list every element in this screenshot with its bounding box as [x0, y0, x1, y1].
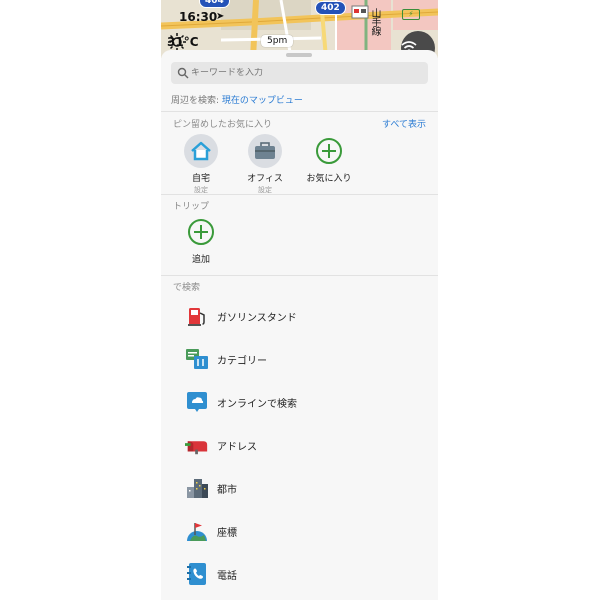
- nearby-search-row: 周辺を検索: 現在のマップビュー: [171, 93, 303, 106]
- current-map-view-link[interactable]: 現在のマップビュー: [222, 96, 303, 106]
- location-arrow-icon: ➤: [216, 11, 225, 22]
- home-icon: [191, 141, 211, 161]
- route-sign-402: 402: [315, 1, 346, 15]
- add-icon: [316, 138, 342, 164]
- mailbox-icon: [185, 433, 209, 457]
- search-sheet: 周辺を検索: 現在のマップビュー ピン留めしたお気に入り すべて表示 自宅 設定: [161, 50, 438, 600]
- phone-book-icon: [185, 562, 209, 586]
- forecast-time-chip: 5pm: [261, 35, 294, 47]
- add-icon: [188, 219, 214, 245]
- category-row-category[interactable]: カテゴリー: [161, 344, 438, 374]
- favorite-office[interactable]: オフィス 設定: [235, 134, 295, 195]
- favorite-name: オフィス: [247, 174, 283, 184]
- category-label: 電話: [217, 570, 237, 582]
- category-row-coordinates[interactable]: 座標: [161, 516, 438, 546]
- trip-add[interactable]: 追加: [171, 215, 231, 265]
- favorites-title: ピン留めしたお気に入り: [173, 120, 273, 130]
- add-trip-icon-circle: [184, 215, 218, 249]
- category-label: 座標: [217, 527, 237, 539]
- trip-add-label: 追加: [191, 255, 210, 265]
- search-input[interactable]: [191, 68, 411, 78]
- search-icon: [177, 67, 189, 79]
- cloud-search-icon: [185, 390, 209, 414]
- see-all-link[interactable]: すべて表示: [382, 117, 426, 130]
- favorite-add[interactable]: お気に入り: [299, 134, 359, 184]
- street-label: 山手線: [369, 8, 380, 35]
- category-label: オンラインで検索: [217, 398, 297, 410]
- category-row-phone[interactable]: 電話: [161, 559, 438, 589]
- sheet-grabber[interactable]: [286, 53, 312, 57]
- briefcase-icon: [255, 142, 275, 159]
- home-icon-circle: [184, 134, 218, 168]
- divider: [161, 275, 438, 276]
- globe-flag-icon: [185, 519, 209, 543]
- category-label: カテゴリー: [217, 355, 267, 367]
- briefcase-icon-circle: [248, 134, 282, 168]
- route-sign-404: 404: [199, 0, 230, 8]
- weather-widget: 31°C: [167, 32, 199, 52]
- status-time: 16:30: [179, 10, 218, 24]
- app-screen: 404 402 16:30 ➤ 山手線 ⚡ 31°C 5pm キーワードを入力 …: [161, 0, 438, 600]
- category-row-online[interactable]: オンラインで検索: [161, 387, 438, 417]
- add-icon-circle: [312, 134, 346, 168]
- fuel-pump-icon: [185, 304, 209, 328]
- search-by-title: で検索: [173, 283, 201, 293]
- favorite-name: 自宅: [191, 174, 210, 184]
- battery-icon: ⚡: [402, 9, 420, 20]
- category-label: 都市: [217, 484, 237, 496]
- favorite-name: お気に入り: [306, 174, 352, 184]
- category-row-address[interactable]: アドレス: [161, 430, 438, 460]
- category-row-city[interactable]: 都市: [161, 473, 438, 503]
- category-label: ガソリンスタンド: [217, 312, 297, 324]
- sun-icon: [168, 33, 186, 51]
- category-label: アドレス: [217, 441, 257, 453]
- trips-title: トリップ: [173, 202, 210, 212]
- favorite-home[interactable]: 自宅 設定: [171, 134, 231, 195]
- divider: [161, 194, 438, 195]
- category-icon: [185, 347, 209, 371]
- nearby-prefix: 周辺を検索:: [171, 96, 222, 106]
- category-row-fuel[interactable]: ガソリンスタンド: [161, 301, 438, 331]
- city-icon: [185, 476, 209, 500]
- divider: [161, 111, 438, 112]
- search-bar[interactable]: [171, 62, 428, 84]
